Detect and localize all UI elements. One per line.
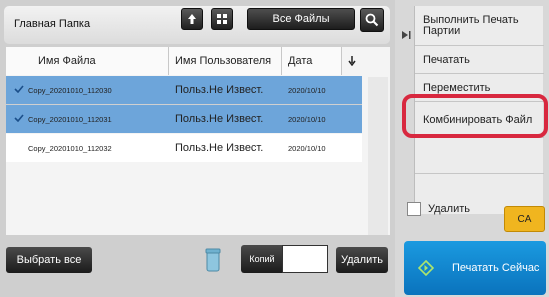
menu-item-move[interactable]: Переместить <box>415 74 544 102</box>
delete-button[interactable]: Удалить <box>336 247 388 273</box>
action-menu: Выполнить Печать Партии Печатать Перемес… <box>414 6 544 214</box>
delete-checkbox[interactable] <box>407 202 421 216</box>
grid-view-button[interactable] <box>211 8 233 30</box>
menu-item-empty <box>415 138 544 174</box>
folder-title: Главная Папка <box>14 18 91 30</box>
print-now-label: Печатать Сейчас <box>452 262 540 274</box>
user-name-cell: Польз.Не Извест. <box>175 84 264 96</box>
file-filter-dropdown[interactable]: Все Файлы <box>247 8 355 30</box>
date-cell: 2020/10/10 <box>288 114 326 124</box>
column-header-user-name[interactable]: Имя Пользователя <box>169 47 282 75</box>
date-cell: 2020/10/10 <box>288 85 326 95</box>
clear-all-button[interactable]: CA <box>504 206 545 232</box>
column-header-file-name[interactable]: Имя Файла <box>6 47 169 75</box>
grid-view-icon <box>217 14 227 24</box>
print-now-button[interactable]: Печатать Сейчас <box>404 241 546 295</box>
column-header-date[interactable]: Дата <box>282 47 342 75</box>
file-table: Имя Файла Имя Пользователя Дата Copy_202… <box>6 47 390 235</box>
copies-input[interactable] <box>282 245 328 273</box>
search-icon <box>365 13 379 27</box>
table-row[interactable]: Copy_20201010_112031 Польз.Не Извест. 20… <box>6 105 362 133</box>
delete-checkbox-label: Удалить <box>428 203 470 215</box>
diamond-arrow-icon <box>418 260 434 276</box>
user-name-cell: Польз.Не Извест. <box>175 142 264 154</box>
up-folder-button[interactable] <box>181 8 203 30</box>
menu-item-batch-print[interactable]: Выполнить Печать Партии <box>415 6 544 46</box>
search-button[interactable] <box>360 8 384 32</box>
select-all-button[interactable]: Выбрать все <box>6 247 92 273</box>
table-row[interactable]: Copy_20201010_112030 Польз.Не Извест. 20… <box>6 76 362 104</box>
user-name-cell: Польз.Не Извест. <box>175 113 264 125</box>
table-row[interactable]: Copy_20201010_112032 Польз.Не Извест. 20… <box>6 134 362 162</box>
file-name-cell: Copy_20201010_112030 <box>28 85 112 95</box>
date-cell: 2020/10/10 <box>288 143 326 153</box>
file-name-cell: Copy_20201010_112032 <box>28 143 112 153</box>
menu-item-print[interactable]: Печатать <box>415 46 544 74</box>
trash-bin-icon <box>205 248 221 272</box>
file-name-cell: Copy_20201010_112031 <box>28 114 112 124</box>
up-arrow-icon <box>188 14 196 24</box>
copies-label: Копий <box>241 245 283 273</box>
sort-down-icon[interactable] <box>342 47 362 75</box>
collapse-arrow-icon[interactable] <box>399 28 413 42</box>
menu-item-combine-file[interactable]: Комбинировать Файл <box>415 102 544 138</box>
table-scrollbar[interactable] <box>368 77 388 235</box>
